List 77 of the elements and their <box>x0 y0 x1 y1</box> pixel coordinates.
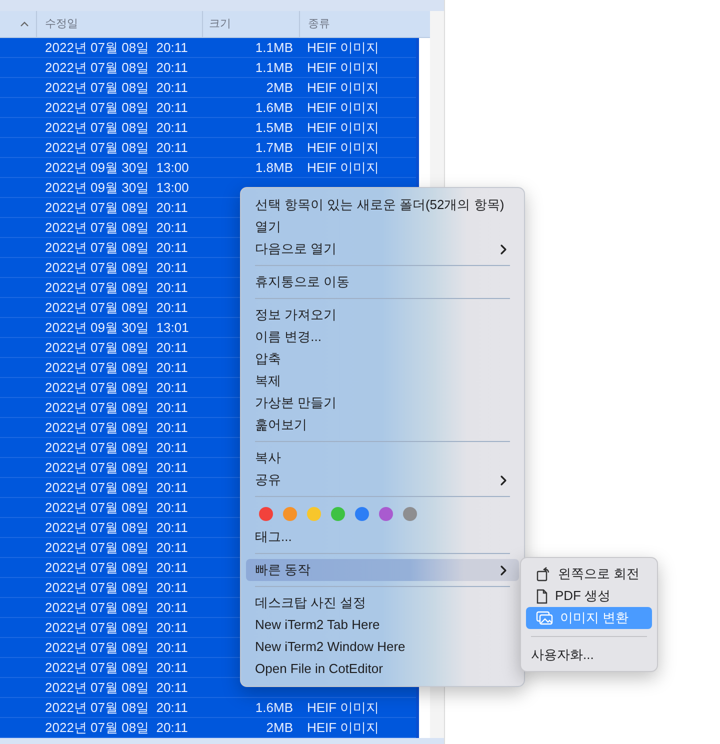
file-row[interactable]: 2022년 09월 30일 13:00 1.8MB HEIF 이미지 <box>0 158 416 178</box>
date-cell-text: 2022년 07월 08일 20:11 <box>45 418 189 436</box>
date-cell-text: 2022년 07월 08일 20:11 <box>45 58 189 76</box>
date-cell-text: 2022년 07월 08일 20:11 <box>45 398 189 416</box>
kind-cell: HEIF 이미지 <box>307 98 380 116</box>
date-cell-text: 2022년 07월 08일 20:11 <box>45 438 189 456</box>
date-cell-text: 2022년 07월 08일 20:11 <box>45 618 189 636</box>
date-cell-text: 2022년 07월 08일 20:11 <box>45 498 189 516</box>
menu-item[interactable]: 왼쪽으로 회전 <box>526 563 652 585</box>
kind-cell: HEIF 이미지 <box>307 158 380 176</box>
date-cell-text: 2022년 07월 08일 20:11 <box>45 598 189 616</box>
file-row[interactable]: 2022년 07월 08일 20:11 1.6MB HEIF 이미지 <box>0 698 416 718</box>
file-row[interactable]: 2022년 07월 08일 20:11 1.6MB HEIF 이미지 <box>0 98 416 118</box>
date-cell-text: 2022년 09월 30일 13:00 <box>45 158 190 176</box>
date-cell-text: 2022년 07월 08일 20:11 <box>45 698 189 716</box>
size-cell: 1.1MB <box>255 58 293 76</box>
photos-icon <box>536 611 553 625</box>
size-cell: 1.7MB <box>255 138 293 156</box>
menu-item[interactable]: 이미지 변환 <box>526 607 652 629</box>
kind-cell: HEIF 이미지 <box>307 698 380 716</box>
column-header[interactable]: 수정일 <box>37 11 203 37</box>
kind-cell: HEIF 이미지 <box>307 718 380 736</box>
date-cell-text: 2022년 07월 08일 20:11 <box>45 278 189 296</box>
size-cell: 1.8MB <box>255 158 293 176</box>
date-cell-text: 2022년 07월 08일 20:11 <box>45 678 189 696</box>
size-cell: 1.5MB <box>255 118 293 136</box>
rotate-icon <box>536 566 551 582</box>
menu-item[interactable]: 사용자화... <box>526 644 652 666</box>
file-row[interactable]: 2022년 07월 08일 20:11 1.7MB HEIF 이미지 <box>0 138 416 158</box>
date-cell-text: 2022년 07월 08일 20:11 <box>45 358 189 376</box>
sort-ascending-icon[interactable] <box>20 21 28 27</box>
size-cell: 1.1MB <box>255 38 293 56</box>
date-cell-text: 2022년 07월 08일 20:11 <box>45 338 189 356</box>
file-row[interactable]: 2022년 07월 08일 20:11 2MB HEIF 이미지 <box>0 78 416 98</box>
size-cell: 2MB <box>266 718 293 736</box>
column-header[interactable]: 크기 <box>203 11 300 37</box>
date-cell-text: 2022년 07월 08일 20:11 <box>45 518 189 536</box>
kind-cell: HEIF 이미지 <box>307 58 380 76</box>
file-row[interactable]: 2022년 07월 08일 20:11 2MB HEIF 이미지 <box>0 718 416 738</box>
date-cell-text: 2022년 07월 08일 20:11 <box>45 138 189 156</box>
menu-item[interactable]: 빠른 동작 <box>246 559 519 581</box>
chevron-right-icon <box>500 244 507 254</box>
date-cell-text: 2022년 07월 08일 20:11 <box>45 38 189 56</box>
date-cell-text: 2022년 07월 08일 20:11 <box>45 658 189 676</box>
date-cell-text: 2022년 07월 08일 20:11 <box>45 458 189 476</box>
date-cell-text: 2022년 07월 08일 20:11 <box>45 578 189 596</box>
date-cell-text: 2022년 07월 08일 20:11 <box>45 258 189 276</box>
date-cell-text: 2022년 09월 30일 13:00 <box>45 178 190 196</box>
kind-cell: HEIF 이미지 <box>307 78 380 96</box>
date-cell-text: 2022년 09월 30일 13:01 <box>45 318 190 336</box>
file-row[interactable]: 2022년 07월 08일 20:11 1.1MB HEIF 이미지 <box>0 38 416 58</box>
date-cell-text: 2022년 07월 08일 20:11 <box>45 298 189 316</box>
chevron-right-icon <box>500 564 507 576</box>
kind-cell: HEIF 이미지 <box>307 118 380 136</box>
date-cell-text: 2022년 07월 08일 20:11 <box>45 718 189 736</box>
kind-cell: HEIF 이미지 <box>307 138 380 156</box>
column-header[interactable]: 종류 <box>300 11 330 37</box>
file-row[interactable]: 2022년 07월 08일 20:11 1.1MB HEIF 이미지 <box>0 58 416 78</box>
size-cell: 1.6MB <box>255 98 293 116</box>
date-cell-text: 2022년 07월 08일 20:11 <box>45 238 189 256</box>
date-cell-text: 2022년 07월 08일 20:11 <box>45 538 189 556</box>
date-cell-text: 2022년 07월 08일 20:11 <box>45 218 189 236</box>
file-row[interactable]: 2022년 07월 08일 20:11 1.5MB HEIF 이미지 <box>0 118 416 138</box>
size-cell: 1.6MB <box>255 698 293 716</box>
menu-item[interactable]: PDF 생성 <box>526 585 652 607</box>
date-cell-text: 2022년 07월 08일 20:11 <box>45 558 189 576</box>
document-icon <box>536 588 548 604</box>
date-cell-text: 2022년 07월 08일 20:11 <box>45 98 189 116</box>
chevron-right-icon <box>500 474 507 486</box>
date-cell-text: 2022년 07월 08일 20:11 <box>45 198 189 216</box>
size-cell: 2MB <box>266 78 293 96</box>
date-cell-text: 2022년 07월 08일 20:11 <box>45 78 189 96</box>
date-cell-text: 2022년 07월 08일 20:11 <box>45 478 189 496</box>
kind-cell: HEIF 이미지 <box>307 38 380 56</box>
date-cell-text: 2022년 07월 08일 20:11 <box>45 638 189 656</box>
date-cell-text: 2022년 07월 08일 20:11 <box>45 378 189 396</box>
date-cell-text: 2022년 07월 08일 20:11 <box>45 118 189 136</box>
